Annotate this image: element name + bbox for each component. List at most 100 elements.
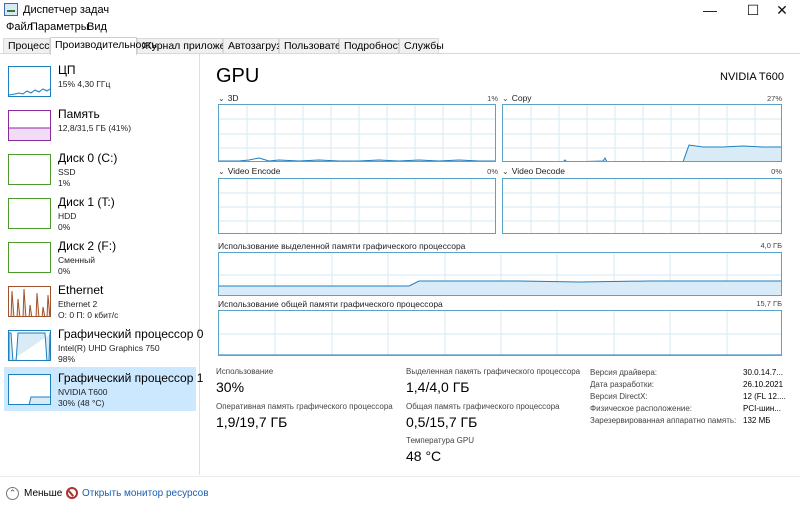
chevron-up-icon[interactable]: ⌃ xyxy=(6,487,19,500)
engine-value: 0% xyxy=(771,167,782,176)
disk-graph-icon xyxy=(8,154,51,185)
tab-bar: Процессы Производительность Журнал прило… xyxy=(3,37,800,55)
memory-graph-icon xyxy=(8,110,51,141)
sidebar-item-label: Диск 1 (T:) xyxy=(58,195,115,209)
sidebar-item-label: Память xyxy=(58,107,100,121)
reserved-memory-label: Зарезервированная аппаратно память: xyxy=(590,416,737,425)
tab-services[interactable]: Службы xyxy=(399,38,444,54)
sidebar-item-label: Графический процессор 1 xyxy=(58,371,204,385)
sidebar-item-label: ЦП xyxy=(58,63,76,77)
menu-options[interactable]: Параметры xyxy=(30,21,89,33)
footer-bar: ⌃ Меньше Открыть монитор ресурсов xyxy=(0,476,800,510)
sidebar-item-gpu-1[interactable]: Графический процессор 1 NVIDIA T600 30% … xyxy=(4,367,203,411)
engine-selector-video-encode[interactable]: ⌄ Video Encode xyxy=(218,166,280,176)
engine-label: Video Decode xyxy=(511,166,565,176)
sidebar-item-detail: Ethernet 2 xyxy=(58,299,98,309)
utilization-value: 30% xyxy=(216,379,245,395)
utilization-label: Использование xyxy=(216,367,274,376)
graph-dedicated-memory xyxy=(218,252,782,296)
gpu-detail-panel: GPU NVIDIA T600 ⌄ 3D 1% ⌄ Copy 27% ⌄ Vide xyxy=(216,60,786,475)
shared-memory-graph-label: Использование общей памяти графического … xyxy=(218,299,443,309)
sidebar-item-disk-0[interactable]: Диск 0 (C:) SSD 1% xyxy=(4,147,196,191)
directx-version-value: 12 (FL 12.... xyxy=(743,392,786,401)
sidebar-item-detail: NVIDIA T600 xyxy=(58,387,108,397)
page-title: GPU xyxy=(216,65,260,87)
cpu-graph-icon xyxy=(8,66,51,97)
reserved-memory-value: 132 МБ xyxy=(743,416,771,425)
gpu-graph-icon xyxy=(8,374,51,405)
tab-processes[interactable]: Процессы xyxy=(3,38,57,54)
window-title: Диспетчер задач xyxy=(23,4,110,16)
engine-selector-copy[interactable]: ⌄ Copy xyxy=(502,93,532,103)
shared-memory-value: 0,5/15,7 ГБ xyxy=(406,414,478,430)
graph-copy xyxy=(502,104,782,162)
engine-value: 0% xyxy=(487,167,498,176)
gpu-memory-label: Оперативная память графического процессо… xyxy=(216,402,393,411)
fewer-details-button[interactable]: Меньше xyxy=(24,488,62,499)
dedicated-memory-value: 1,4/4,0 ГБ xyxy=(406,379,470,395)
sidebar-item-memory[interactable]: Память 12,8/31,5 ГБ (41%) xyxy=(4,103,196,147)
engine-selector-3d[interactable]: ⌄ 3D xyxy=(218,93,239,103)
sidebar-item-usage: 0% xyxy=(58,266,71,276)
sidebar-item-label: Диск 0 (C:) xyxy=(58,151,118,165)
menu-file[interactable]: Файл xyxy=(6,21,33,33)
graph-video-decode xyxy=(502,178,782,234)
sidebar-item-detail: Сменный xyxy=(58,255,95,265)
title-bar: Диспетчер задач — ☐ ✕ xyxy=(0,0,800,20)
sidebar-item-label: Ethernet xyxy=(58,283,104,297)
sidebar-item-ethernet[interactable]: Ethernet Ethernet 2 О: 0 П: 0 кбит/с xyxy=(4,279,196,323)
physical-location-label: Физическое расположение: xyxy=(590,404,692,413)
engine-selector-video-decode[interactable]: ⌄ Video Decode xyxy=(502,166,565,176)
sidebar-item-label: Графический процессор 0 xyxy=(58,327,204,341)
tab-details[interactable]: Подробности xyxy=(339,38,409,54)
dedicated-memory-graph-label: Использование выделенной памяти графичес… xyxy=(218,241,466,251)
sidebar-item-disk-2[interactable]: Диск 2 (F:) Сменный 0% xyxy=(4,235,196,279)
chevron-down-icon: ⌄ xyxy=(218,167,225,176)
shared-memory-graph-max: 15,7 ГБ xyxy=(756,299,782,308)
engine-value: 27% xyxy=(766,94,782,103)
dedicated-memory-label: Выделенная память графического процессор… xyxy=(406,367,581,376)
sidebar-item-detail: Intel(R) UHD Graphics 750 xyxy=(58,343,160,353)
menu-view[interactable]: Вид xyxy=(87,21,107,33)
task-manager-icon xyxy=(4,3,18,16)
sidebar-item-detail: SSD xyxy=(58,167,76,177)
driver-date-value: 26.10.2021 xyxy=(743,380,784,389)
minimize-button[interactable]: — xyxy=(692,0,728,20)
temperature-value: 48 °C xyxy=(406,448,442,464)
dedicated-memory-graph-max: 4,0 ГБ xyxy=(760,241,783,250)
driver-version-value: 30.0.14.7... xyxy=(743,368,784,377)
graph-video-encode xyxy=(218,178,496,234)
tab-users[interactable]: Пользователи xyxy=(279,38,353,54)
engine-value: 1% xyxy=(487,94,498,103)
chevron-down-icon: ⌄ xyxy=(502,167,509,176)
sidebar-item-usage: 30% (48 °C) xyxy=(58,398,105,408)
resource-sidebar: ЦП 15% 4,30 ГГц Память 12,8/31,5 ГБ (41%… xyxy=(0,54,203,475)
sidebar-item-cpu[interactable]: ЦП 15% 4,30 ГГц xyxy=(4,59,196,103)
engine-label: Video Encode xyxy=(227,166,281,176)
directx-version-label: Версия DirectX: xyxy=(590,392,648,401)
tab-performance[interactable]: Производительность xyxy=(50,37,157,55)
close-button[interactable]: ✕ xyxy=(764,0,800,20)
shared-memory-label: Общая память графического процессора xyxy=(406,402,560,411)
menu-bar: Файл Параметры Вид xyxy=(0,20,800,36)
open-resource-monitor-link[interactable]: Открыть монитор ресурсов xyxy=(82,488,209,499)
sidebar-item-usage: 0% xyxy=(58,222,71,232)
chevron-down-icon: ⌄ xyxy=(218,94,225,103)
engine-label: Copy xyxy=(511,93,532,103)
graph-shared-memory xyxy=(218,310,782,356)
sidebar-item-detail: 12,8/31,5 ГБ (41%) xyxy=(58,123,132,133)
disk-graph-icon xyxy=(8,198,51,229)
physical-location-value: PCI-шин... xyxy=(743,404,781,413)
network-graph-icon xyxy=(8,286,51,317)
disk-graph-icon xyxy=(8,242,51,273)
sidebar-item-gpu-0[interactable]: Графический процессор 0 Intel(R) UHD Gra… xyxy=(4,323,203,367)
gpu-memory-value: 1,9/19,7 ГБ xyxy=(216,414,288,430)
sidebar-item-label: Диск 2 (F:) xyxy=(58,239,117,253)
graph-3d xyxy=(218,104,496,162)
tab-startup[interactable]: Автозагрузка xyxy=(223,38,292,54)
sidebar-item-usage: 98% xyxy=(58,354,76,364)
sidebar-item-usage: 1% xyxy=(58,178,71,188)
sidebar-item-disk-1[interactable]: Диск 1 (T:) HDD 0% xyxy=(4,191,196,235)
gpu-model-name: NVIDIA T600 xyxy=(720,71,784,83)
sidebar-item-detail: 15% 4,30 ГГц xyxy=(58,79,111,89)
